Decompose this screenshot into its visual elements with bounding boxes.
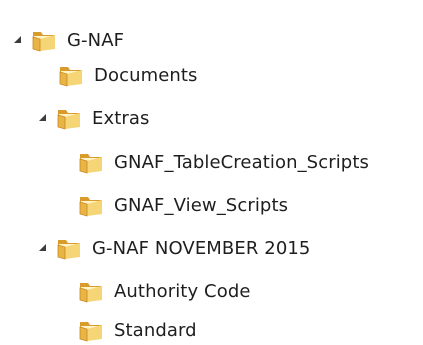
folder-tree: G-NAF Documents Extras GNAF_TableCreatio… bbox=[0, 0, 423, 343]
folder-icon bbox=[78, 279, 104, 303]
expanded-arrow-icon[interactable] bbox=[13, 35, 23, 45]
tree-item-g-naf[interactable]: G-NAF bbox=[13, 25, 124, 55]
tree-item-label: GNAF_TableCreation_Scripts bbox=[114, 151, 369, 173]
tree-item-authority-code[interactable]: Authority Code bbox=[78, 276, 251, 306]
tree-item-standard[interactable]: Standard bbox=[78, 315, 197, 345]
folder-icon bbox=[31, 28, 57, 52]
folder-icon bbox=[78, 150, 104, 174]
folder-icon bbox=[56, 106, 82, 130]
tree-item-g-naf-november-2015[interactable]: G-NAF NOVEMBER 2015 bbox=[38, 233, 311, 263]
folder-icon bbox=[58, 63, 84, 87]
tree-item-gnaf-view-scripts[interactable]: GNAF_View_Scripts bbox=[78, 190, 288, 220]
tree-item-label: Extras bbox=[92, 107, 150, 129]
tree-item-documents[interactable]: Documents bbox=[58, 60, 198, 90]
tree-item-label: Standard bbox=[114, 319, 197, 341]
expanded-arrow-icon[interactable] bbox=[38, 243, 48, 253]
folder-icon bbox=[78, 193, 104, 217]
tree-item-label: G-NAF NOVEMBER 2015 bbox=[92, 237, 311, 259]
tree-item-label: GNAF_View_Scripts bbox=[114, 194, 289, 216]
folder-icon bbox=[78, 318, 104, 342]
tree-item-gnaf-tablecreation-scripts[interactable]: GNAF_TableCreation_Scripts bbox=[78, 147, 369, 177]
tree-item-label: Authority Code bbox=[114, 280, 251, 302]
expanded-arrow-icon[interactable] bbox=[38, 113, 48, 123]
tree-item-extras[interactable]: Extras bbox=[38, 103, 150, 133]
folder-icon bbox=[56, 236, 82, 260]
tree-item-label: Documents bbox=[94, 64, 198, 86]
tree-item-label: G-NAF bbox=[67, 29, 125, 51]
